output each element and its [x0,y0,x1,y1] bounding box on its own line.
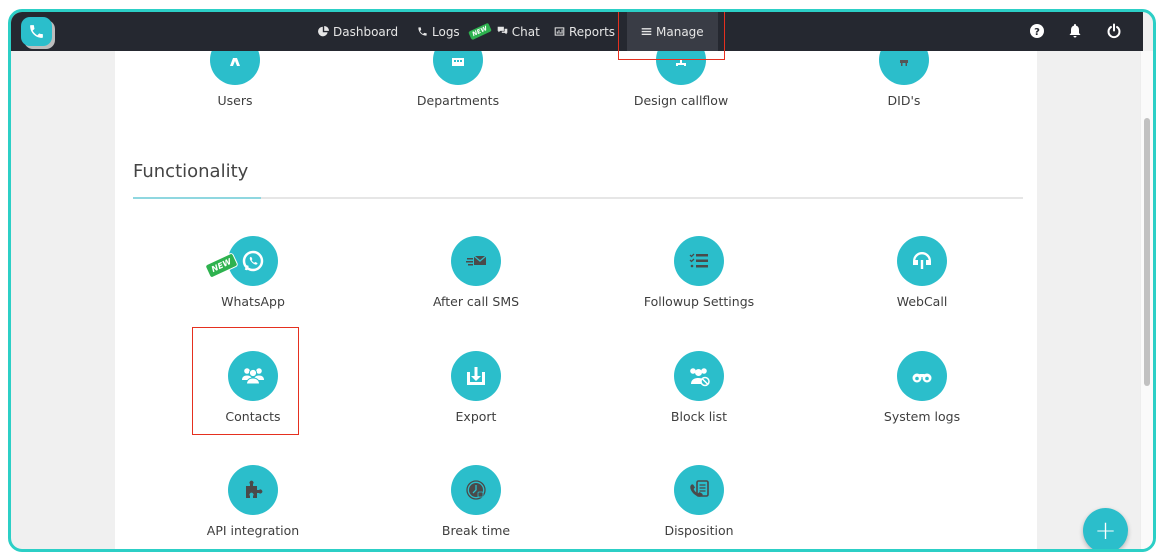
scrollbar[interactable] [1140,51,1153,549]
tile-label: API integration [206,523,300,538]
tile-label: Block list [670,409,728,424]
nav-dashboard[interactable]: Dashboard [318,12,398,51]
tile-label: Followup Settings [643,294,755,309]
nav-chat[interactable]: NEW Chat [468,12,540,51]
checklist-icon [674,236,724,286]
power-icon [1107,23,1121,39]
whatsapp-icon: NEW [204,236,278,286]
nav-logs[interactable]: Logs [417,12,460,51]
tile-label: After call SMS [432,294,520,309]
tile-after-call-sms[interactable]: After call SMS [366,236,586,309]
nav-manage[interactable]: Manage [627,12,718,51]
phone-icon [418,27,427,36]
nav-reports-label: Reports [569,24,616,39]
nav-dashboard-label: Dashboard [333,24,399,39]
phone-icon [30,25,43,38]
tile-whatsapp[interactable]: NEW WhatsApp [143,236,363,309]
nav-logs-label: Logs [432,24,460,39]
section-divider [133,197,1023,199]
nav-chat-label: Chat [511,24,540,39]
tile-contacts[interactable]: Contacts [143,351,363,424]
block-users-icon [674,351,724,401]
tile-label: Departments [416,93,500,108]
tile-label: Export [455,409,497,424]
clock-icon [451,465,501,515]
tile-block-list[interactable]: Block list [589,351,809,424]
new-badge: NEW [204,252,239,279]
puzzle-icon [228,465,278,515]
tile-label: DID's [887,93,921,108]
scrollbar-thumb[interactable] [1144,118,1150,386]
question-circle-icon: ? [1030,24,1044,38]
tile-label: Disposition [664,523,734,538]
fast-mail-icon [451,236,501,286]
menu-icon [641,28,652,35]
logout-button[interactable] [1106,23,1122,39]
tile-label: WebCall [896,294,948,309]
tile-label: System logs [883,409,961,424]
tile-followup-settings[interactable]: Followup Settings [589,236,809,309]
phone-document-icon [674,465,724,515]
top-navbar: Dashboard Logs NEW Chat Reports Manage ? [11,12,1143,51]
app-logo[interactable] [21,17,52,46]
tile-label: Design callflow [633,93,729,108]
tile-webcall[interactable]: WebCall [812,236,1032,309]
bell-icon [1069,24,1081,38]
headset-icon [897,236,947,286]
tile-system-logs[interactable]: System logs [812,351,1032,424]
section-title: Functionality [133,161,249,182]
section-divider-accent [133,197,261,199]
download-icon [451,351,501,401]
nav-manage-label: Manage [656,24,704,39]
contacts-icon [228,351,278,401]
tile-label: Contacts [225,409,281,424]
tile-disposition[interactable]: Disposition [589,465,809,538]
add-button[interactable]: + [1083,508,1128,549]
nav-reports[interactable]: Reports [554,12,615,51]
app-window: Dashboard Logs NEW Chat Reports Manage ?… [8,9,1156,552]
tile-label: WhatsApp [221,294,285,309]
bar-chart-icon [554,27,565,36]
tile-label: Break time [441,523,511,538]
pie-chart-icon [318,26,329,37]
notifications-button[interactable] [1067,23,1083,39]
svg-text:?: ? [1034,27,1040,38]
tile-label: Users [217,93,253,108]
help-button[interactable]: ? [1029,23,1045,39]
tile-export[interactable]: Export [366,351,586,424]
binoculars-icon [897,351,947,401]
tile-api-integration[interactable]: API integration [143,465,363,538]
manage-content: Users Departments Design callflow DID's … [115,35,1037,549]
tile-break-time[interactable]: Break time [366,465,586,538]
new-badge: NEW [468,22,492,41]
chat-icon [497,26,508,35]
